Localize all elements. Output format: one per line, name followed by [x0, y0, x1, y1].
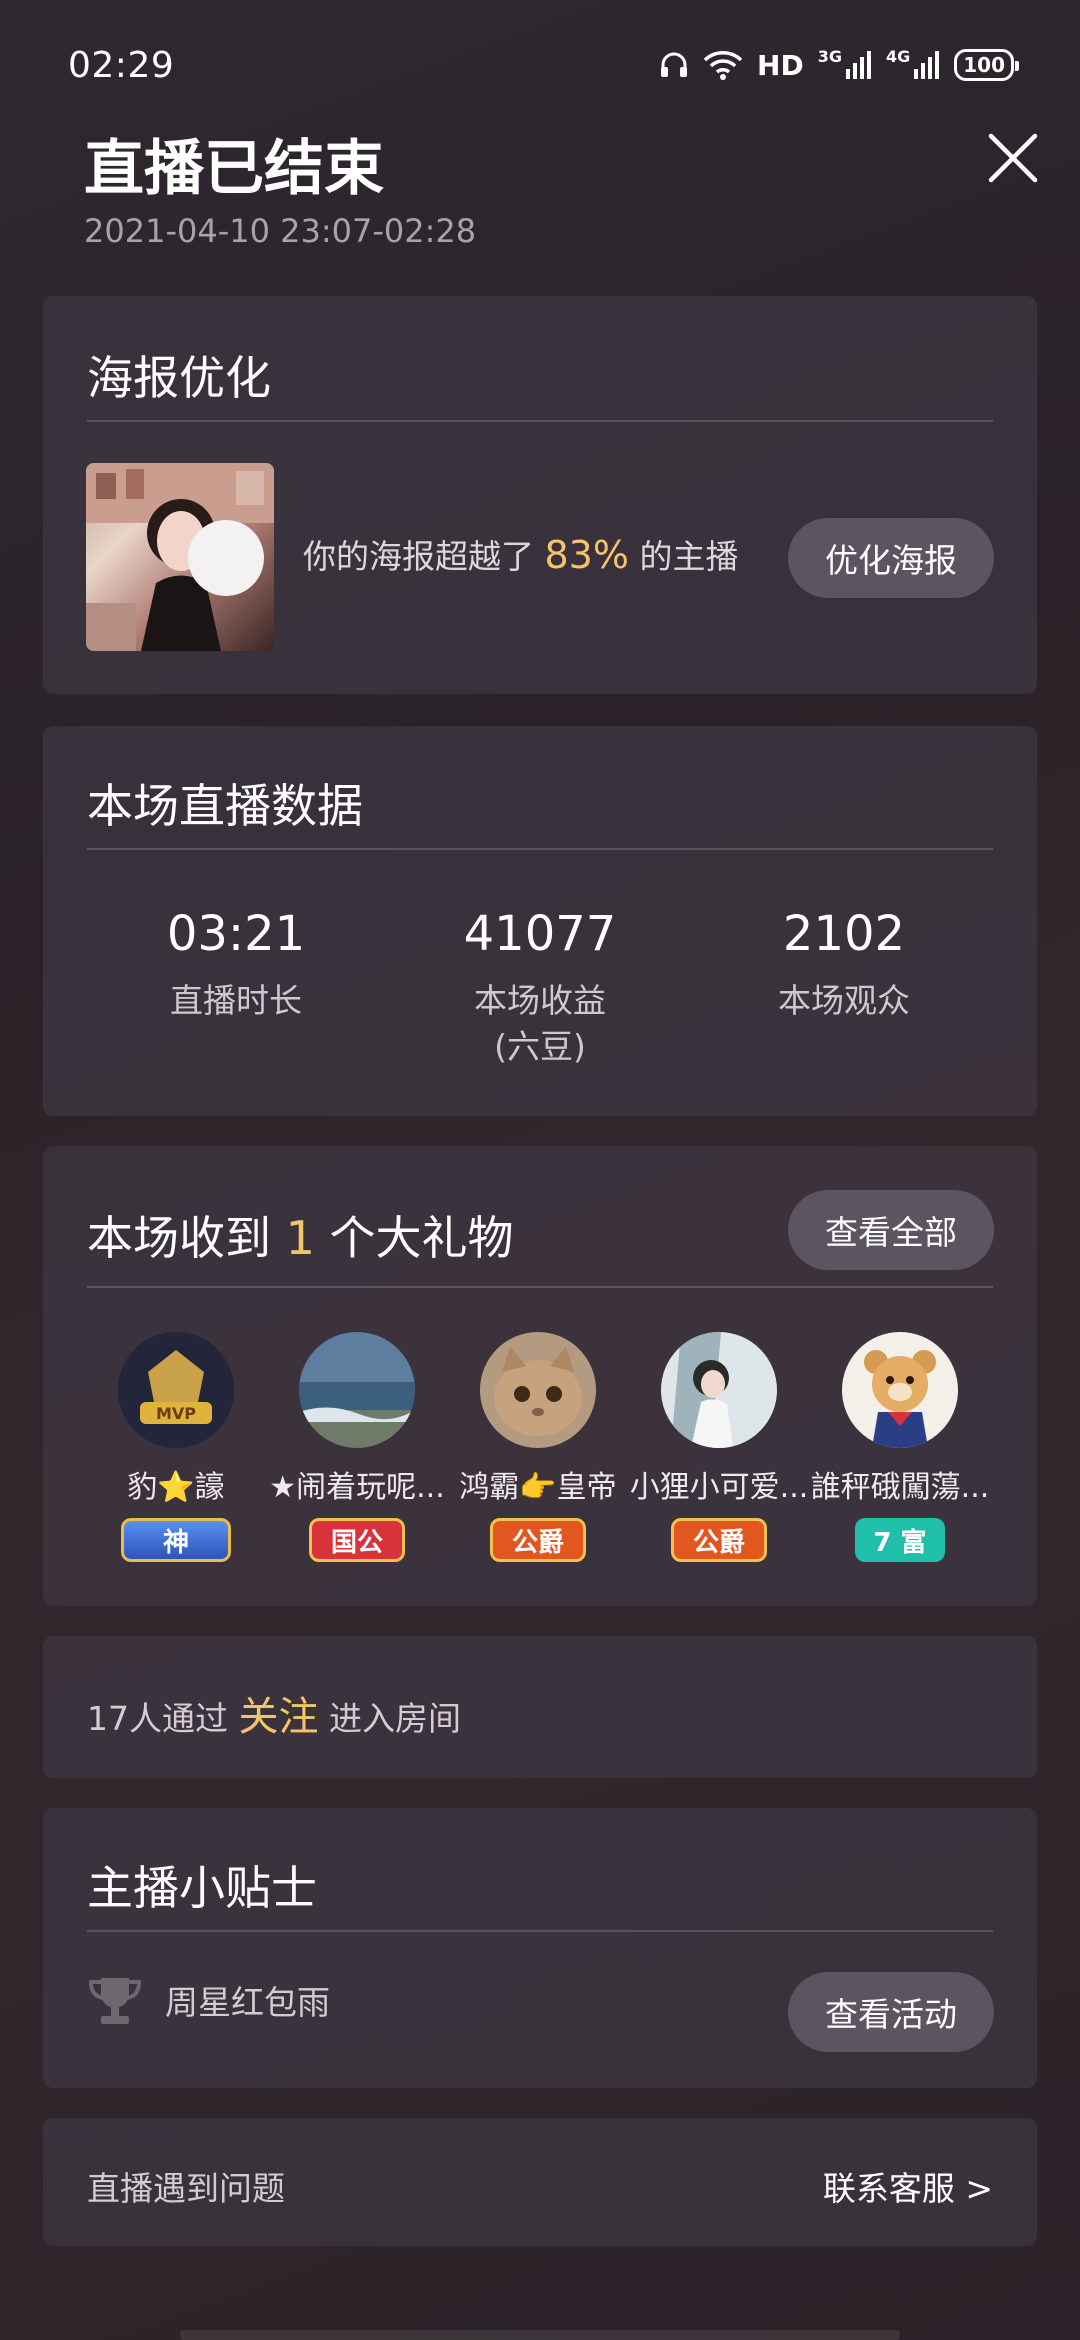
poster-card: 海报优化 你的海报超越了 83% 的主播 优化海报 — [43, 296, 1037, 694]
poster-rank-percent: 83% — [544, 533, 629, 577]
donor-avatar-image — [480, 1332, 596, 1448]
poster-rank-before: 你的海报超越了 — [303, 537, 545, 576]
page-subtitle: 2021-04-10 23:07-02:28 — [84, 212, 477, 250]
donor-badge: 7 富 — [855, 1518, 945, 1562]
network-3g-label: 3G — [817, 46, 842, 66]
stat-duration-label: 直播时长 — [170, 981, 302, 1020]
donor-badge: 公爵 — [671, 1518, 767, 1562]
gifts-title-after: 个大礼物 — [314, 1211, 514, 1265]
donor-name: 小狸小可爱... — [629, 1470, 809, 1505]
poster-thumbnail[interactable] — [86, 463, 274, 651]
stat-income-label-line2: (六豆) — [494, 1027, 586, 1066]
donor-item[interactable]: 鸿霸👉皇帝 公爵 — [448, 1332, 628, 1562]
hd-label: HD — [757, 48, 804, 82]
stat-income-label: 本场收益 (六豆) — [390, 978, 690, 1070]
battery-icon: 100 — [954, 49, 1019, 81]
follow-text: 17人通过 关注 进入房间 — [87, 1684, 461, 1742]
trophy-icon — [88, 1978, 142, 2024]
gifts-card: 本场收到 1 个大礼物 查看全部 MVP 豹⭐譹 神 ★闹着玩呢... 国公 鸿… — [43, 1146, 1037, 1606]
stat-income: 41077 本场收益 (六豆) — [390, 906, 690, 1070]
wifi-icon — [703, 51, 743, 80]
live-stats-title: 本场直播数据 — [87, 779, 363, 833]
network-4g-label: 4G — [885, 46, 911, 66]
stat-duration: 03:21 直播时长 — [86, 906, 386, 1024]
follow-card: 17人通过 关注 进入房间 — [43, 1636, 1037, 1778]
view-all-gifts-button[interactable]: 查看全部 — [788, 1190, 994, 1270]
poster-rank-after: 的主播 — [628, 537, 739, 576]
stat-duration-value: 03:21 — [166, 906, 306, 962]
donor-avatar — [480, 1332, 596, 1448]
stat-viewers: 2102 本场观众 — [694, 906, 994, 1024]
contact-support-link[interactable]: 联系客服 > — [823, 2162, 993, 2210]
donor-name: 豹⭐譹 — [127, 1470, 225, 1505]
signal-icon-2 — [914, 51, 940, 79]
stat-viewers-value: 2102 — [782, 906, 906, 962]
status-bar: 02:29 HD 3G 4G 100 — [0, 0, 1080, 130]
donor-avatar — [299, 1332, 415, 1448]
help-problem-label: 直播遇到问题 — [87, 2169, 285, 2208]
donor-item[interactable]: ★闹着玩呢... 国公 — [267, 1332, 447, 1562]
poster-card-title: 海报优化 — [87, 351, 271, 405]
gifts-count: 1 — [285, 1211, 315, 1265]
donor-avatar-image: MVP — [118, 1332, 234, 1448]
tip-item: 周星红包雨 — [87, 1974, 330, 2026]
follow-text-after: 进入房间 — [318, 1699, 461, 1738]
optimize-poster-button[interactable]: 优化海报 — [788, 518, 994, 598]
headphones-icon — [661, 52, 688, 77]
tips-card: 主播小贴士 周星红包雨 查看活动 — [43, 1808, 1037, 2088]
donor-avatar-image — [661, 1332, 777, 1448]
status-time: 02:29 — [68, 44, 175, 86]
donor-item[interactable]: MVP 豹⭐譹 神 — [86, 1332, 266, 1562]
gifts-title-before: 本场收到 — [87, 1211, 286, 1265]
donor-name: ★闹着玩呢... — [269, 1470, 445, 1505]
poster-card-header: 海报优化 — [87, 296, 993, 422]
stat-income-value: 41077 — [463, 906, 617, 962]
status-icons: HD 3G 4G 100 — [659, 46, 1019, 82]
donor-avatar-image — [842, 1332, 958, 1448]
donor-item[interactable]: 小狸小可爱... 公爵 — [629, 1332, 809, 1562]
live-stats-header: 本场直播数据 — [87, 726, 993, 850]
donor-name: 鸿霸👉皇帝 — [459, 1470, 617, 1505]
bottom-bar — [180, 2330, 900, 2340]
donor-item[interactable]: 誰秤硪闖蕩... 7 富 — [810, 1332, 990, 1562]
donor-name: 誰秤硪闖蕩... — [810, 1470, 990, 1505]
poster-image — [86, 463, 274, 651]
svg-text:MVP: MVP — [156, 1404, 196, 1423]
close-icon[interactable] — [985, 130, 1041, 186]
gifts-title: 本场收到 1 个大礼物 — [87, 1202, 514, 1268]
stat-income-label-line1: 本场收益 — [474, 981, 606, 1020]
donor-avatar-image — [299, 1332, 415, 1448]
donor-badge: 神 — [121, 1518, 231, 1562]
donor-avatar — [842, 1332, 958, 1448]
donor-badge: 公爵 — [490, 1518, 586, 1562]
tip-item-label: 周星红包雨 — [165, 1983, 330, 2022]
live-stats-card: 本场直播数据 03:21 直播时长 41077 本场收益 (六豆) 2102 本… — [43, 726, 1037, 1116]
tips-title: 主播小贴士 — [87, 1861, 317, 1915]
stat-viewers-label: 本场观众 — [778, 981, 910, 1020]
donor-avatar — [661, 1332, 777, 1448]
follow-highlight: 关注 — [238, 1694, 319, 1740]
tips-header: 主播小贴士 — [87, 1808, 993, 1932]
follow-text-before: 17人通过 — [87, 1699, 239, 1738]
help-card[interactable]: 直播遇到问题 联系客服 > — [43, 2118, 1037, 2246]
page-title: 直播已结束 — [84, 134, 384, 204]
poster-rank-text: 你的海报超越了 83% 的主播 — [303, 530, 738, 578]
view-activity-button[interactable]: 查看活动 — [788, 1972, 994, 2052]
donor-badge: 国公 — [309, 1518, 405, 1562]
signal-icon — [845, 51, 871, 79]
donor-avatar: MVP — [118, 1332, 234, 1448]
